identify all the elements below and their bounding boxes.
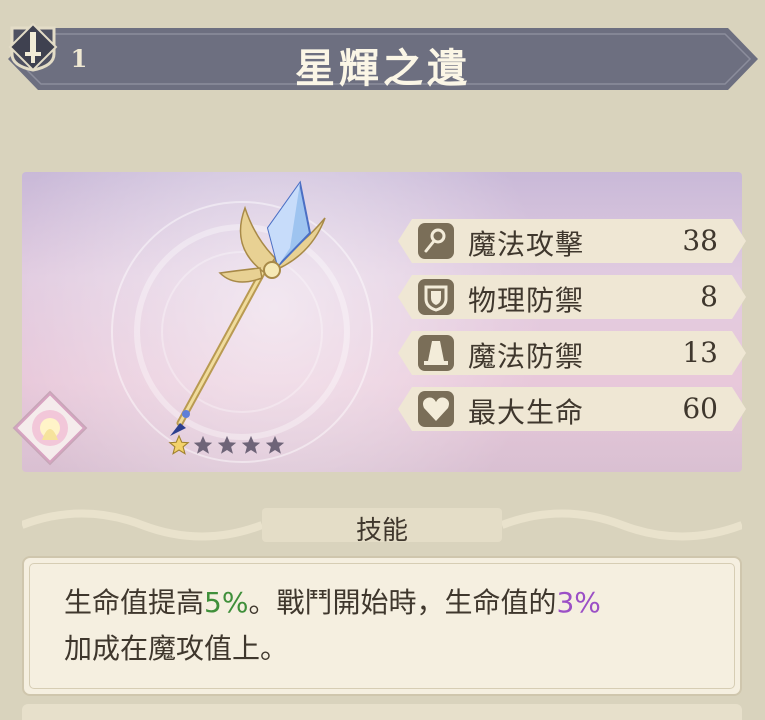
stat-label: 物理防禦	[468, 284, 585, 317]
title-banner: 1 星輝之遺	[8, 22, 758, 96]
rank-number: 1	[70, 44, 88, 73]
light-element-icon	[12, 390, 88, 466]
item-name: 星輝之遺	[295, 45, 471, 92]
stat-value: 60	[682, 392, 718, 425]
star-empty-icon	[193, 435, 213, 454]
stat-label: 最大生命	[468, 396, 585, 429]
skill-title: 技能	[355, 516, 408, 546]
star-filled-icon	[168, 434, 190, 455]
skill-text-part: 加成在魔攻值上。	[64, 632, 289, 665]
staff-weapon-image	[170, 180, 326, 436]
bottom-panel-edge	[22, 704, 742, 720]
stat-label: 魔法攻擊	[468, 228, 585, 261]
stat-value: 38	[682, 224, 718, 257]
star-empty-icon	[217, 435, 237, 454]
stat-row-magic-defense: 魔法防禦 13	[398, 331, 746, 375]
stat-value: 13	[682, 336, 718, 369]
skill-description: 生命值提高5%。戰鬥開始時，生命值的3% 加成在魔攻值上。	[64, 580, 714, 672]
heart-icon	[418, 391, 454, 427]
skill-text-part: 生命值提高	[64, 586, 205, 619]
stat-row-max-hp: 最大生命 60	[398, 387, 746, 431]
skill-value-hp-boost: 5%	[204, 586, 249, 619]
skill-value-conversion: 3%	[556, 586, 601, 619]
stat-value: 8	[700, 280, 718, 313]
shield-icon	[418, 279, 454, 315]
skill-text-part: 。戰鬥開始時，生命值的	[248, 586, 557, 619]
skill-section-header: 技能	[20, 502, 744, 548]
wand-icon	[418, 223, 454, 259]
rarity-stars	[168, 434, 286, 456]
stat-row-physical-defense: 物理防禦 8	[398, 275, 746, 319]
wizard-hat-icon	[418, 335, 454, 371]
skill-description-box: 生命值提高5%。戰鬥開始時，生命值的3% 加成在魔攻值上。	[22, 556, 742, 696]
stat-label: 魔法防禦	[468, 340, 585, 373]
star-empty-icon	[241, 435, 261, 454]
stat-row-magic-attack: 魔法攻擊 38	[398, 219, 746, 263]
star-empty-icon	[265, 435, 285, 454]
sword-diamond-icon[interactable]	[8, 22, 58, 72]
